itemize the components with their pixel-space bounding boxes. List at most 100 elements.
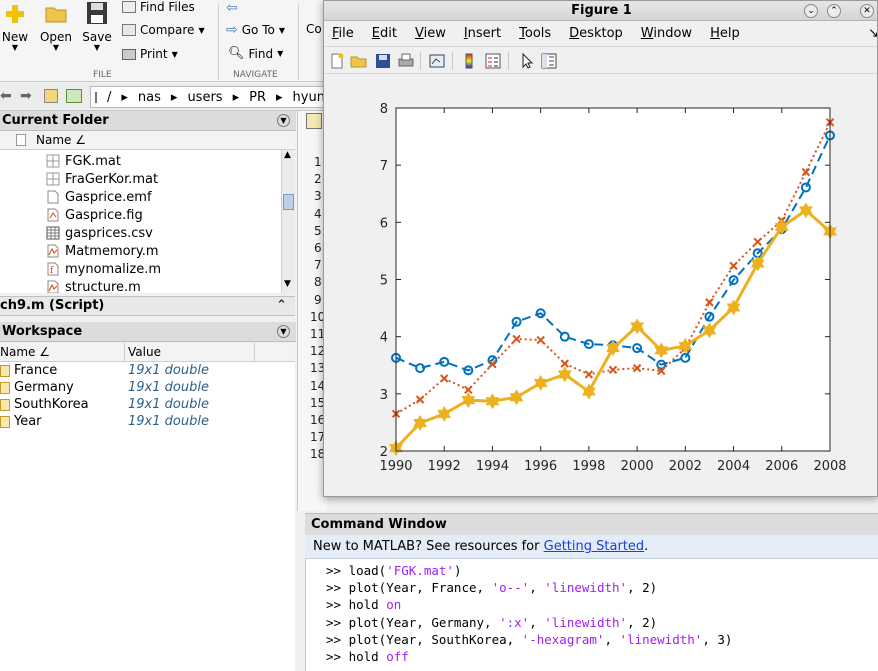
value-column-header[interactable]: Value [128, 345, 161, 359]
dock-arrow-icon[interactable]: ↘ [868, 26, 877, 41]
print-figure-icon[interactable] [397, 52, 415, 70]
file-item[interactable]: Matmemory.m [46, 242, 159, 260]
file-item[interactable]: gasprices.csv [46, 224, 153, 242]
colorbar-icon[interactable] [460, 52, 478, 70]
panel-options-icon[interactable]: ▼ [277, 114, 290, 127]
x-tick-label: 1998 [572, 459, 605, 474]
line-number: 8 [314, 275, 322, 290]
scroll-down-icon[interactable]: ▼ [284, 279, 291, 289]
line-number: 1 [314, 155, 322, 169]
close-icon[interactable]: ✕ [860, 4, 874, 18]
command-line: >> hold off [326, 649, 409, 664]
line-chart[interactable]: 1990 1992 1994 1996 1998 2000 2002 2004 2006 2008… [324, 75, 878, 497]
legend-icon[interactable] [484, 52, 502, 70]
maximize-icon[interactable]: ⌃ [827, 4, 841, 18]
compare-icon [122, 24, 136, 36]
save-button[interactable]: Save ▼ [80, 0, 114, 52]
path-segment[interactable]: nas [138, 90, 161, 105]
name-column-header[interactable]: Name ∠ [36, 133, 86, 147]
variable-value: 19x1 double [128, 414, 209, 429]
command-text: plot(Year, Germany, [348, 614, 500, 630]
menu-view[interactable]: View [415, 26, 446, 41]
vertical-scrollbar[interactable]: ▲ ▼ [281, 150, 295, 293]
path-segment[interactable]: PR [249, 90, 266, 105]
command-text: plot(Year, France, [348, 580, 492, 596]
open-button[interactable]: Open ▼ [38, 2, 74, 52]
new-figure-icon[interactable] [328, 52, 346, 70]
chevron-up-icon[interactable]: ⌃ [276, 297, 287, 315]
link-plot-icon[interactable] [428, 52, 446, 70]
workspace-variable[interactable]: France 19x1 double [0, 363, 295, 380]
command-text: , 2) [627, 614, 658, 630]
open-file-icon[interactable] [350, 52, 368, 70]
mat-file-icon [46, 172, 60, 186]
y-tick-label: 6 [380, 216, 388, 231]
variable-value: 19x1 double [128, 380, 209, 395]
file-name: FraGerKor.mat [65, 171, 159, 187]
new-button[interactable]: New ▼ [0, 2, 30, 52]
getting-started-tip: New to MATLAB? See resources for Getting… [305, 535, 878, 559]
go-to-button[interactable]: ⇨ Go To ▼ [226, 22, 285, 38]
file-item[interactable]: FGK.mat [46, 152, 121, 170]
command-text: >> [326, 649, 349, 664]
menu-tools[interactable]: Tools [519, 26, 551, 41]
comment-button[interactable]: Co [306, 22, 322, 36]
command-text: hold [348, 597, 387, 613]
variable-name: Germany [14, 380, 74, 395]
save-figure-icon[interactable] [374, 52, 392, 70]
chevron-down-icon: ▼ [11, 43, 19, 52]
axes-background [396, 108, 830, 451]
command-window-body[interactable]: >> load('FGK.mat') >> plot(Year, France, … [305, 559, 878, 671]
browse-folder-icon[interactable] [66, 89, 82, 103]
figure-titlebar[interactable]: Figure 1 ⌄ ⌃ ✕ [324, 1, 877, 21]
script-details-bar[interactable]: ch9.m (Script) ⌃ [0, 296, 295, 316]
back-arrow-icon[interactable]: ⬅ [0, 88, 12, 104]
panel-options-icon[interactable]: ▼ [277, 325, 290, 338]
workspace-variable[interactable]: SouthKorea 19x1 double [0, 397, 295, 414]
getting-started-link[interactable]: Getting Started [544, 539, 645, 554]
workspace-variable[interactable]: Germany 19x1 double [0, 380, 295, 397]
file-item[interactable]: f mynomalize.m [46, 260, 161, 278]
column-divider [124, 343, 125, 362]
file-item[interactable]: Gasprice.fig [46, 206, 143, 224]
compare-button[interactable]: Compare ▼ [122, 23, 205, 37]
up-folder-icon[interactable] [44, 89, 58, 103]
function-file-icon: f [47, 262, 59, 276]
minimize-icon[interactable]: ⌄ [804, 4, 818, 18]
file-item[interactable]: FraGerKor.mat [46, 170, 158, 188]
find-files-label: Find Files [140, 0, 195, 14]
y-tick-label: 7 [380, 159, 388, 174]
menu-window[interactable]: Window [641, 26, 692, 41]
find-label: Find [248, 46, 274, 61]
menu-file[interactable]: File [332, 26, 354, 41]
menu-edit[interactable]: Edit [372, 26, 397, 41]
property-inspector-icon[interactable] [540, 52, 558, 70]
variable-grid-icon [0, 382, 10, 394]
editor-icon [306, 113, 322, 129]
workspace-variable[interactable]: Year 19x1 double [0, 414, 295, 431]
variable-name: Year [14, 414, 42, 429]
path-field[interactable]: / ▸ nas ▸ users ▸ PR ▸ hyunch [90, 86, 330, 108]
plot-area[interactable]: 1990 1992 1994 1996 1998 2000 2002 2004 2006 2008… [324, 75, 878, 497]
figure-window[interactable]: Figure 1 ⌄ ⌃ ✕ File Edit View Insert Too… [323, 0, 878, 497]
back-button[interactable]: ⇦ [226, 0, 238, 16]
menu-insert[interactable]: Insert [464, 26, 501, 41]
file-name: Matmemory.m [65, 243, 159, 259]
chevron-down-icon: ▼ [198, 25, 205, 35]
forward-arrow-icon[interactable]: ➡ [20, 88, 32, 104]
menu-desktop[interactable]: Desktop [569, 26, 623, 41]
print-button[interactable]: Print ▼ [122, 47, 178, 61]
edit-plot-arrow-icon[interactable] [518, 52, 536, 70]
tip-suffix: . [644, 539, 649, 554]
find-files-button[interactable]: Find Files [122, 0, 195, 14]
path-segment[interactable]: users [187, 90, 222, 105]
menu-help[interactable]: Help [710, 26, 740, 41]
x-tick-label: 2006 [765, 459, 798, 474]
line-number: 9 [314, 292, 322, 307]
scroll-up-icon[interactable]: ▲ [284, 150, 291, 160]
file-item[interactable]: Gasprice.emf [46, 188, 152, 206]
name-column-header[interactable]: Name ∠ [0, 345, 50, 359]
file-item[interactable]: structure.m [46, 278, 141, 293]
scroll-thumb[interactable] [283, 194, 294, 210]
find-button[interactable]: 🔍︎ Find ▼ [228, 46, 283, 61]
